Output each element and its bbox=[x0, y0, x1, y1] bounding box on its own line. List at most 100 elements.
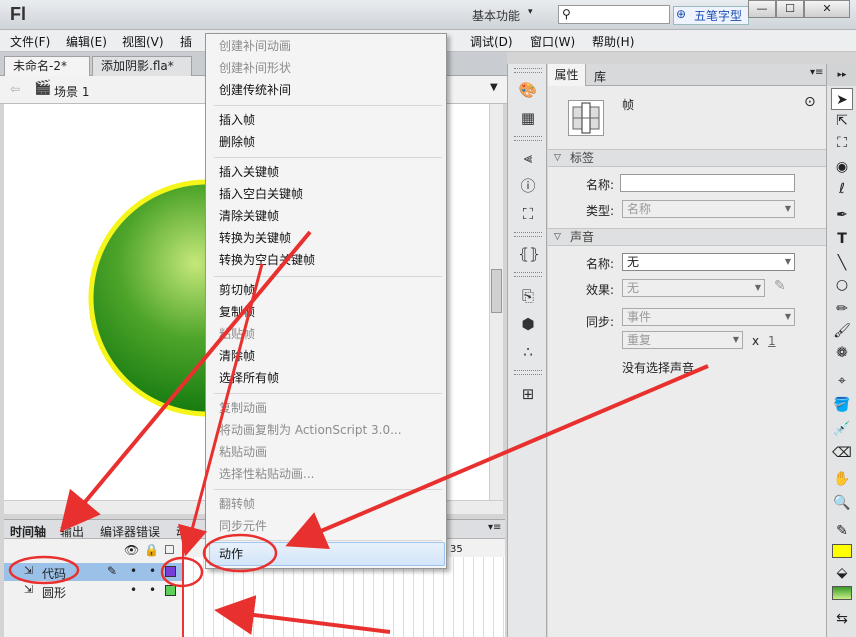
grip[interactable] bbox=[514, 68, 542, 73]
menu-item-create-shape-tween[interactable]: 创建补间形状 bbox=[219, 57, 291, 79]
scroll-thumb[interactable] bbox=[491, 269, 502, 313]
tab-timeline[interactable]: 时间轴 bbox=[10, 523, 46, 540]
swap-colors-icon[interactable]: ⇆ bbox=[831, 608, 853, 630]
help-icon[interactable]: ⊙ bbox=[804, 94, 816, 110]
eye-icon[interactable]: 👁 bbox=[124, 543, 139, 557]
tab-add-shadow[interactable]: 添加阴影.fla* × bbox=[92, 56, 192, 92]
line-tool-icon[interactable]: ╲ bbox=[831, 252, 853, 274]
chevron-down-icon[interactable]: ▼ bbox=[490, 82, 498, 93]
transform-icon[interactable]: ⛶ bbox=[518, 204, 538, 224]
text-tool-icon[interactable]: T bbox=[831, 228, 853, 250]
menu-item-insert-keyframe[interactable]: 插入关键帧 bbox=[219, 161, 279, 183]
chevron-down-icon[interactable]: ▾ bbox=[528, 7, 533, 17]
eraser-tool-icon[interactable]: ⌫ bbox=[831, 442, 853, 464]
layer-row-circle[interactable]: ⇲ 圆形 • • bbox=[4, 582, 182, 600]
menu-view[interactable]: 视图(V) bbox=[122, 33, 164, 50]
swatches-icon[interactable]: ▦ bbox=[518, 108, 538, 128]
bone-tool-icon[interactable]: ⌖ bbox=[831, 370, 853, 392]
free-transform-tool-icon[interactable]: ⛶ bbox=[831, 132, 853, 154]
sync-select[interactable]: 事件 ▼ bbox=[622, 308, 795, 326]
deco-tool-icon[interactable]: ❁ bbox=[831, 342, 853, 364]
section-label[interactable]: ▽ 标签 bbox=[548, 149, 826, 167]
info-icon[interactable]: ⓘ bbox=[518, 176, 538, 196]
menu-item-paste-motion[interactable]: 粘贴动画 bbox=[219, 441, 267, 463]
collapse-icon[interactable]: ▸▸ bbox=[827, 64, 856, 86]
vertical-scrollbar[interactable] bbox=[489, 104, 503, 502]
scene-label[interactable]: 场景 1 bbox=[54, 83, 89, 100]
menu-item-select-all-frames[interactable]: 选择所有帧 bbox=[219, 367, 279, 389]
close-button[interactable]: ✕ bbox=[804, 0, 850, 18]
actions-icon[interactable]: ⎘ bbox=[518, 286, 538, 306]
pen-tool-icon[interactable]: ✒ bbox=[831, 204, 853, 226]
repeat-select[interactable]: 重复 ▼ bbox=[622, 331, 743, 349]
playhead[interactable] bbox=[182, 539, 184, 637]
menu-item-reverse-frames[interactable]: 翻转帧 bbox=[219, 493, 255, 515]
sound-name-select[interactable]: 无 ▼ bbox=[622, 253, 795, 271]
menu-item-actions[interactable]: 动作 bbox=[219, 543, 243, 565]
label-type-select[interactable]: 名称 ▼ bbox=[622, 200, 795, 218]
menu-window[interactable]: 窗口(W) bbox=[530, 33, 575, 50]
3d-rotation-tool-icon[interactable]: ◉ bbox=[831, 156, 853, 178]
maximize-button[interactable]: ☐ bbox=[776, 0, 804, 18]
menu-item-clear-frames[interactable]: 清除帧 bbox=[219, 345, 255, 367]
menu-item-paste-motion-special[interactable]: 选择性粘贴动画... bbox=[219, 463, 314, 485]
brush-tool-icon[interactable]: 🖌 bbox=[831, 320, 853, 342]
color-icon[interactable]: 🎨 bbox=[518, 80, 538, 100]
frame-grid[interactable] bbox=[184, 557, 505, 637]
paint-icon[interactable]: ⬙ bbox=[831, 562, 853, 584]
layer-color-swatch[interactable] bbox=[165, 585, 176, 596]
workspace-switcher[interactable]: 基本功能 bbox=[472, 7, 520, 24]
grip[interactable] bbox=[514, 136, 542, 141]
paint-bucket-tool-icon[interactable]: 🪣 bbox=[831, 394, 853, 416]
menu-item-synchronize-symbols[interactable]: 同步元件 bbox=[219, 515, 267, 537]
menu-help[interactable]: 帮助(H) bbox=[592, 33, 634, 50]
motion-presets-icon[interactable]: ∴ bbox=[518, 342, 538, 362]
align-icon[interactable]: ⫷ bbox=[518, 148, 538, 168]
layer-row-code[interactable]: ⇲ 代码 ✎ • • bbox=[4, 563, 182, 581]
zoom-tool-icon[interactable]: 🔍 bbox=[831, 492, 853, 514]
outline-icon[interactable]: ☐ bbox=[164, 543, 175, 557]
frame-name-input[interactable] bbox=[620, 174, 795, 192]
grip[interactable] bbox=[514, 370, 542, 375]
hand-tool-icon[interactable]: ✋ bbox=[831, 468, 853, 490]
grip[interactable] bbox=[514, 272, 542, 277]
menu-item-copy-frames[interactable]: 复制帧 bbox=[219, 301, 255, 323]
tab-untitled-2[interactable]: 未命名-2* × bbox=[4, 56, 90, 92]
components-icon[interactable]: ⬢ bbox=[518, 314, 538, 334]
project-icon[interactable]: ⊞ bbox=[518, 384, 538, 404]
selection-tool-icon[interactable]: ➤ bbox=[831, 88, 853, 110]
visible-dot[interactable]: • bbox=[130, 564, 137, 578]
layer-color-swatch[interactable] bbox=[165, 566, 176, 577]
menu-item-create-classic-tween[interactable]: 创建传统补间 bbox=[219, 79, 291, 101]
tab-output[interactable]: 输出 bbox=[60, 523, 84, 540]
menu-item-cut-frames[interactable]: 剪切帧 bbox=[219, 279, 255, 301]
layer-name[interactable]: 圆形 bbox=[42, 584, 66, 601]
menu-file[interactable]: 文件(F) bbox=[10, 33, 50, 50]
back-arrow-icon[interactable]: ⇦ bbox=[10, 82, 20, 96]
eyedropper-tool-icon[interactable]: 💉 bbox=[831, 418, 853, 440]
effect-select[interactable]: 无 ▼ bbox=[622, 279, 765, 297]
subselection-tool-icon[interactable]: ⇱ bbox=[831, 110, 853, 132]
menu-item-clear-keyframe[interactable]: 清除关键帧 bbox=[219, 205, 279, 227]
code-snippets-icon[interactable]: ⦃⦄ bbox=[518, 244, 540, 264]
tab-compiler-errors[interactable]: 编译器错误 bbox=[100, 523, 160, 540]
grip[interactable] bbox=[514, 232, 542, 237]
fill-color-swatch[interactable] bbox=[832, 544, 852, 558]
menu-insert[interactable]: 插 bbox=[180, 33, 192, 50]
lasso-tool-icon[interactable]: ℓ bbox=[831, 178, 853, 200]
menu-item-copy-motion-as-as3[interactable]: 将动画复制为 ActionScript 3.0... bbox=[219, 419, 402, 441]
gradient-swatch[interactable] bbox=[832, 586, 852, 600]
panel-menu-icon[interactable]: ▾≡ bbox=[810, 67, 823, 78]
menu-debug[interactable]: 调试(D) bbox=[470, 33, 513, 50]
stroke-color-icon[interactable]: ✎ bbox=[831, 520, 853, 542]
menu-item-insert-frame[interactable]: 插入帧 bbox=[219, 109, 255, 131]
menu-item-convert-to-keyframe[interactable]: 转换为关键帧 bbox=[219, 227, 291, 249]
section-sound[interactable]: ▽ 声音 bbox=[548, 228, 826, 246]
search-input[interactable]: ⚲ bbox=[558, 5, 670, 24]
lock-dot[interactable]: • bbox=[149, 583, 156, 597]
menu-item-copy-motion[interactable]: 复制动画 bbox=[219, 397, 267, 419]
tab-motion[interactable]: 动 bbox=[176, 523, 188, 540]
menu-item-delete-frame[interactable]: 删除帧 bbox=[219, 131, 255, 153]
layer-name[interactable]: 代码 bbox=[42, 565, 66, 582]
menu-item-paste-frames[interactable]: 粘贴帧 bbox=[219, 323, 255, 345]
